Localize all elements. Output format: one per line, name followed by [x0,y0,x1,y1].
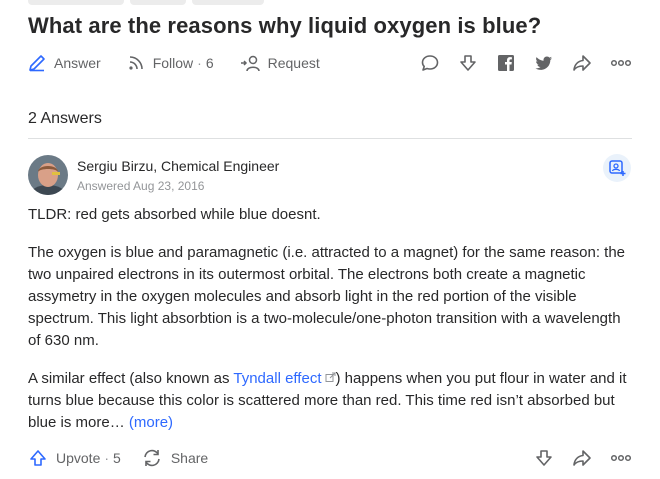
downvote-icon [536,450,552,466]
external-link-icon [325,372,335,382]
twitter-icon [535,56,552,70]
request-label: Request [267,55,320,71]
author-name[interactable]: Sergiu Birzu, Chemical Engineer [77,158,279,174]
more-options-button[interactable] [610,53,632,73]
question-share-icons [420,53,632,73]
follow-feed-icon [129,56,143,70]
comment-icon [421,55,439,71]
upvote-label: Upvote [56,450,101,466]
answers-count-heading: 2 Answers [28,110,102,127]
avatar[interactable] [28,155,68,195]
follow-question-button[interactable]: Follow · 6 [127,54,214,72]
answer-tldr: TLDR: red gets absorbed while blue doesn… [28,206,321,223]
question-actions-bar: Answer Follow · 6 Request [28,52,632,74]
facebook-share-button[interactable] [496,53,516,73]
follow-author-icon [609,160,626,176]
downvote-question-button[interactable] [458,53,478,73]
share-question-button[interactable] [572,53,592,73]
downvote-icon [460,55,476,71]
answer-label: Answer [54,55,101,71]
upvote-count: 5 [113,450,121,466]
answer-more-options-button[interactable] [610,448,632,468]
comment-button[interactable] [420,53,440,73]
tyndall-effect-link[interactable]: Tyndall effect [233,370,335,387]
downvote-answer-button[interactable] [534,448,554,468]
twitter-share-button[interactable] [534,53,554,73]
request-button[interactable]: Request [240,54,320,72]
reshare-icon [144,449,160,467]
more-icon [610,59,632,67]
share-answer-arrow-button[interactable] [572,448,592,468]
share-label: Share [170,450,209,466]
divider [28,138,632,139]
follow-label: Follow [152,55,194,71]
edit-icon [29,55,45,72]
answer-body: TLDR: red gets absorbed while blue doesn… [28,204,632,450]
answer-paragraph-2: A similar effect (also known as Tyndall … [28,368,632,434]
follow-count: 6 [205,55,214,71]
answer-paragraph-1: The oxygen is blue and paramagnetic (i.e… [28,244,626,349]
answer-actions-bar: Upvote · 5 Share [28,446,632,470]
answered-date[interactable]: Answered Aug 23, 2016 [77,179,204,193]
share-icon [573,450,591,466]
follow-author-button[interactable] [603,154,631,182]
upvote-icon [30,450,46,466]
answer-right-icons [534,448,632,468]
top-cut-tabs [28,0,264,5]
facebook-icon [498,55,514,71]
share-icon [573,55,591,71]
share-answer-button[interactable]: Share [141,448,208,468]
para2-before: A similar effect (also known as [28,370,234,387]
question-title[interactable]: What are the reasons why liquid oxygen i… [28,13,541,39]
answer-button[interactable]: Answer [28,54,101,72]
upvote-button[interactable]: Upvote · 5 [28,448,121,468]
more-link[interactable]: (more) [129,414,173,431]
request-icon [240,55,260,72]
more-icon [610,454,632,462]
